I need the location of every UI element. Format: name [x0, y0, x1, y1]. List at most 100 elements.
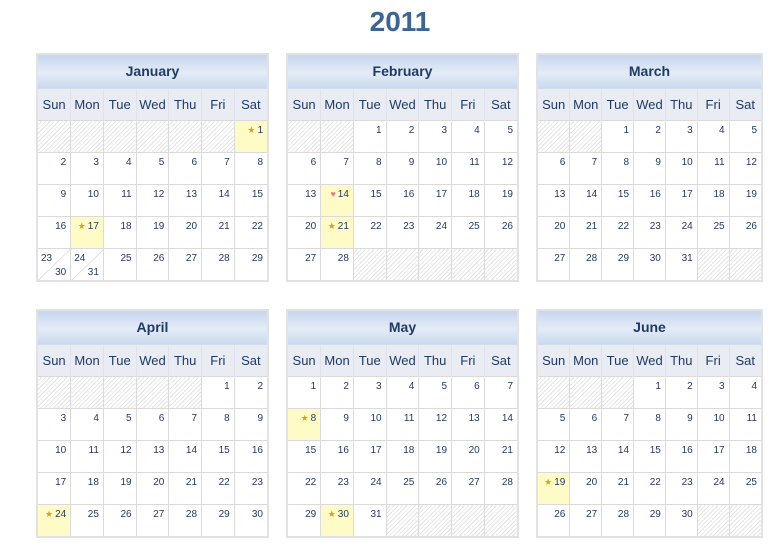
day-cell[interactable]: 9 — [633, 152, 666, 185]
day-cell[interactable]: 3 — [38, 408, 72, 441]
day-cell[interactable]: 4 — [728, 376, 761, 409]
day-cell[interactable]: 29 — [601, 248, 635, 280]
day-cell[interactable]: 11 — [451, 152, 485, 185]
day-cell[interactable]: 10 — [418, 152, 453, 185]
day-cell[interactable]: 23 — [320, 472, 354, 505]
day-cell[interactable]: 19 — [418, 440, 453, 473]
day-cell[interactable]: 6 — [168, 152, 203, 185]
day-cell[interactable]: 29 — [201, 504, 235, 536]
day-cell[interactable]: 20 — [135, 472, 170, 505]
day-cell[interactable]: 12 — [135, 184, 170, 217]
day-cell[interactable]: 27 — [135, 504, 170, 536]
day-cell[interactable]: 21 — [569, 216, 603, 249]
day-cell[interactable]: 24 — [664, 216, 698, 249]
day-cell[interactable]: 11 — [70, 440, 104, 473]
day-cell[interactable]: 29 — [288, 504, 322, 536]
day-cell[interactable]: 7 — [168, 408, 203, 441]
day-cell[interactable]: 5 — [418, 376, 453, 409]
day-cell[interactable]: 21 — [483, 440, 517, 473]
day-cell[interactable]: 4 — [70, 408, 104, 441]
day-cell[interactable]: 9 — [233, 408, 267, 441]
day-cell[interactable]: 2 — [38, 152, 72, 185]
day-cell[interactable]: 17 — [664, 184, 698, 217]
day-cell[interactable]: 11 — [385, 408, 420, 441]
day-cell[interactable]: 16 — [633, 184, 666, 217]
day-cell[interactable]: 10 — [70, 184, 104, 217]
day-cell[interactable]: 25 — [102, 248, 137, 280]
day-cell[interactable]: 28 — [601, 504, 635, 536]
day-cell[interactable]: 18 — [696, 184, 730, 217]
day-cell[interactable]: 2 — [633, 120, 666, 153]
day-cell[interactable]: 19 — [483, 184, 517, 217]
day-cell[interactable]: 20 — [288, 216, 322, 249]
day-cell[interactable]: 28 — [483, 472, 517, 505]
day-cell[interactable]: 22 — [201, 472, 235, 505]
day-cell[interactable]: 31 — [352, 504, 387, 536]
day-cell[interactable]: 21 — [201, 216, 235, 249]
day-cell[interactable]: 23 — [233, 472, 267, 505]
day-cell[interactable]: 18 — [451, 184, 485, 217]
day-cell[interactable]: 10 — [696, 408, 730, 441]
day-cell[interactable]: 24 — [418, 216, 453, 249]
day-cell[interactable]: 27 — [168, 248, 203, 280]
day-cell[interactable]: 22 — [633, 472, 666, 505]
day-cell[interactable]: 5 — [483, 120, 517, 153]
split-day-cell[interactable]: 24 31 — [70, 248, 104, 280]
day-cell[interactable]: 11 — [696, 152, 730, 185]
day-cell[interactable]: 23 — [633, 216, 666, 249]
event-day-cell[interactable]: ★ 1 — [233, 120, 267, 153]
day-cell[interactable]: 10 — [38, 440, 72, 473]
day-cell[interactable]: 3 — [70, 152, 104, 185]
day-cell[interactable]: 11 — [102, 184, 137, 217]
day-cell[interactable]: 5 — [102, 408, 137, 441]
day-cell[interactable]: 21 — [168, 472, 203, 505]
day-cell[interactable]: 30 — [233, 504, 267, 536]
day-cell[interactable]: 15 — [233, 184, 267, 217]
day-cell[interactable]: 25 — [70, 504, 104, 536]
day-cell[interactable]: 19 — [728, 184, 761, 217]
day-cell[interactable]: 4 — [385, 376, 420, 409]
day-cell[interactable]: 2 — [385, 120, 420, 153]
day-cell[interactable]: 27 — [538, 248, 571, 280]
day-cell[interactable]: 12 — [538, 440, 571, 473]
day-cell[interactable]: 18 — [728, 440, 761, 473]
day-cell[interactable]: 15 — [352, 184, 387, 217]
day-cell[interactable]: 1 — [288, 376, 322, 409]
day-cell[interactable]: 14 — [601, 440, 635, 473]
day-cell[interactable]: 7 — [569, 152, 603, 185]
day-cell[interactable]: 28 — [569, 248, 603, 280]
day-cell[interactable]: 10 — [664, 152, 698, 185]
day-cell[interactable]: 16 — [320, 440, 354, 473]
day-cell[interactable]: 1 — [201, 376, 235, 409]
day-cell[interactable]: 2 — [664, 376, 698, 409]
day-cell[interactable]: 3 — [664, 120, 698, 153]
day-cell[interactable]: 4 — [696, 120, 730, 153]
day-cell[interactable]: 24 — [696, 472, 730, 505]
day-cell[interactable]: 30 — [633, 248, 666, 280]
day-cell[interactable]: 12 — [483, 152, 517, 185]
day-cell[interactable]: 1 — [352, 120, 387, 153]
day-cell[interactable]: 17 — [38, 472, 72, 505]
day-cell[interactable]: 3 — [352, 376, 387, 409]
day-cell[interactable]: 14 — [483, 408, 517, 441]
day-cell[interactable]: 30 — [664, 504, 698, 536]
day-cell[interactable]: 25 — [385, 472, 420, 505]
day-cell[interactable]: 18 — [385, 440, 420, 473]
day-cell[interactable]: 12 — [418, 408, 453, 441]
day-cell[interactable]: 20 — [569, 472, 603, 505]
day-cell[interactable]: 5 — [728, 120, 761, 153]
day-cell[interactable]: 13 — [538, 184, 571, 217]
day-cell[interactable]: 3 — [418, 120, 453, 153]
day-cell[interactable]: 23 — [664, 472, 698, 505]
day-cell[interactable]: 6 — [569, 408, 603, 441]
day-cell[interactable]: 13 — [451, 408, 485, 441]
day-cell[interactable]: 2 — [320, 376, 354, 409]
day-cell[interactable]: 17 — [696, 440, 730, 473]
day-cell[interactable]: 12 — [102, 440, 137, 473]
day-cell[interactable]: 25 — [728, 472, 761, 505]
event-day-cell[interactable]: ★ 24 — [38, 504, 72, 536]
day-cell[interactable]: 15 — [201, 440, 235, 473]
day-cell[interactable]: 3 — [696, 376, 730, 409]
day-cell[interactable]: 22 — [233, 216, 267, 249]
day-cell[interactable]: 28 — [201, 248, 235, 280]
